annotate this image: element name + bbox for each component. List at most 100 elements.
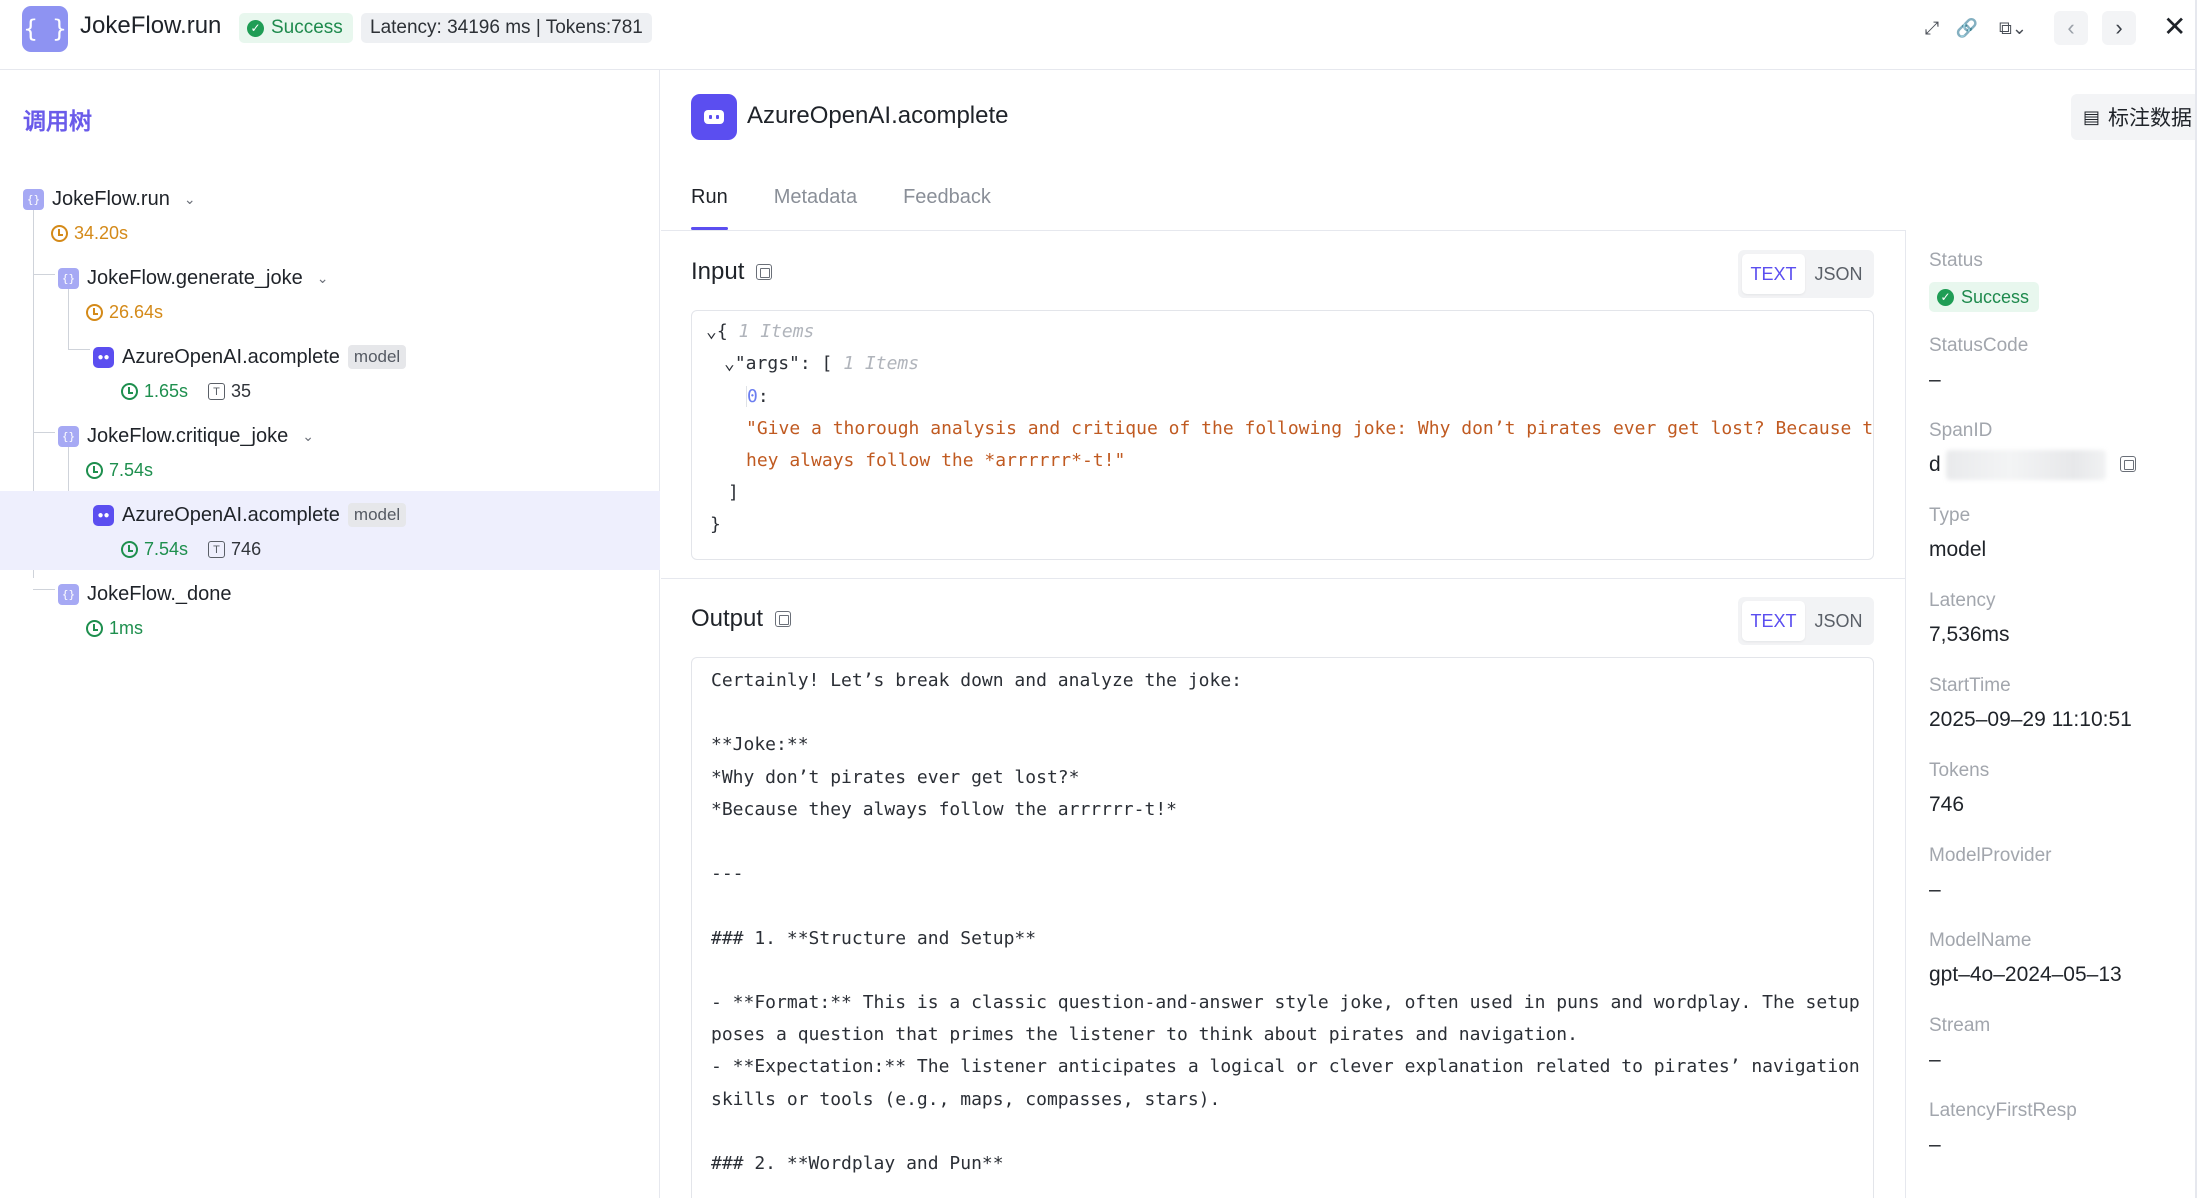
link-icon[interactable]: 🔗 [1953,14,1981,42]
copy-icon[interactable] [2120,456,2136,472]
attr-label-type: Type [1929,505,1971,526]
output-line: poses a question that primes the listene… [711,1024,1578,1046]
prev-icon[interactable]: ‹ [2054,11,2088,45]
output-line: ### 1. **Structure and Setup** [711,927,1037,949]
tree-node[interactable]: ●● AzureOpenAI.acomplete model 1.65s T 3… [0,333,660,412]
json-format-button[interactable]: JSON [1807,254,1870,294]
flow-logo-icon: { } [22,6,68,52]
function-icon: {} [58,425,79,447]
expand-icon[interactable]: ⤢ [1918,14,1946,42]
attr-label-latency: Latency [1929,590,1996,611]
function-icon: {} [58,583,79,605]
attr-label-statuscode: StatusCode [1929,335,2029,356]
node-duration: 7.54s [144,539,189,559]
output-line: Certainly! Let’s break down and analyze … [711,670,1243,691]
check-circle-icon: ✓ [247,19,264,37]
node-type-tag: model [347,503,407,527]
output-line: - **Format:** This is a classic question… [711,992,1860,1013]
attr-label-starttime: StartTime [1929,675,2011,696]
function-icon: {} [23,188,44,210]
span-title: AzureOpenAI.acomplete [747,102,1009,129]
tree-node-selected[interactable]: ●● AzureOpenAI.acomplete model 7.54s T 7… [0,491,660,570]
call-tree-title: 调用树 [23,108,92,134]
top-bar: { } JokeFlow.run ✓ Success Latency: 3419… [0,0,2197,70]
attr-value-modelprovider: – [1929,878,1941,901]
input-title: Input [691,258,745,285]
attr-value-spanid: d [1929,453,1941,476]
trace-title: JokeFlow.run [80,12,222,39]
attr-value-type: model [1929,538,1987,561]
node-duration: 34.20s [74,223,129,243]
output-text-viewer: Certainly! Let’s break down and analyze … [691,657,1874,1198]
copy-icon[interactable] [775,611,792,627]
json-string-value: "Give a thorough analysis and critique o… [746,418,1874,439]
attr-value-latency: 7,536ms [1929,623,2010,646]
redacted-value [1946,450,2106,480]
model-bot-icon: ●● [93,346,114,368]
output-line: - **Expectation:** The listener anticipa… [711,1056,1860,1078]
next-icon[interactable]: › [2102,11,2136,45]
json-index-line: 0: [746,386,769,407]
collapse-toggle-icon[interactable]: ⌄ [724,353,735,374]
attr-label-spanid: SpanID [1929,420,1993,441]
chevron-down-icon[interactable]: ⌄ [317,270,329,287]
chevron-down-icon[interactable]: ⌄ [184,191,196,208]
node-name: JokeFlow.critique_joke [87,424,289,447]
tree-node[interactable]: {} JokeFlow.run ⌄ 34.20s [0,175,660,254]
node-name: JokeFlow.generate_joke [87,266,303,289]
json-bracket: ] [728,482,739,503]
annotate-icon: ▤ [2083,106,2101,127]
attr-value-starttime: 2025–09–29 11:10:51 [1929,708,2132,731]
tab-metadata[interactable]: Metadata [774,180,857,230]
output-section-title: Output [691,605,792,633]
tree-node[interactable]: {} JokeFlow._done 1ms [0,570,660,649]
attr-label-modelprovider: ModelProvider [1929,845,2052,866]
chevron-down-icon[interactable]: ⌄ [302,428,314,445]
tree-node[interactable]: {} JokeFlow.generate_joke ⌄ 26.64s [0,254,660,333]
divider [661,230,1906,231]
tab-feedback[interactable]: Feedback [903,180,991,230]
tab-run[interactable]: Run [691,180,728,230]
node-type-tag: model [347,345,407,369]
copy-dropdown-icon[interactable]: ⧉⌄ [1996,14,2030,42]
status-text: Success [271,17,343,38]
node-duration: 26.64s [109,302,164,322]
input-json-viewer: ⌄{ 1 Items ⌄"args": [ 1 Items 0: "Give a… [691,310,1874,560]
attr-label-latencyfirstresp: LatencyFirstResp [1929,1100,2077,1121]
close-icon[interactable]: ✕ [2163,10,2186,43]
attr-value-tokens: 746 [1929,793,1965,816]
text-format-button[interactable]: TEXT [1742,254,1805,294]
output-format-toggle: TEXT JSON [1738,597,1874,645]
check-circle-icon: ✓ [1937,288,1954,306]
tokens-icon: T [208,383,226,400]
node-name: JokeFlow._done [87,582,232,605]
json-root-line: ⌄{ 1 Items [706,321,815,342]
output-line: *Because they always follow the arrrrrr-… [711,798,1177,820]
copy-icon[interactable] [756,264,773,280]
clock-icon [121,541,138,558]
latency-tokens-badge: Latency: 34196 ms | Tokens:781 [361,13,652,43]
node-duration: 7.54s [109,460,154,480]
model-bot-icon [691,94,737,140]
node-name: JokeFlow.run [52,187,170,210]
output-line: --- [711,863,744,885]
status-badge: ✓ Success [239,13,353,43]
node-duration: 1ms [109,618,144,638]
model-bot-icon: ●● [93,504,114,526]
node-name: AzureOpenAI.acomplete [122,503,340,526]
collapse-toggle-icon[interactable]: ⌄ [706,321,717,342]
json-key: "args" [734,353,800,374]
json-format-button[interactable]: JSON [1807,601,1870,641]
output-title: Output [691,605,764,632]
tree-node[interactable]: {} JokeFlow.critique_joke ⌄ 7.54s [0,412,660,491]
attr-label-status: Status [1929,250,1983,271]
function-icon: {} [58,267,79,289]
attr-value-modelname: gpt–4o–2024–05–13 [1929,963,2122,986]
output-line: ### 2. **Wordplay and Pun** [711,1153,1004,1174]
annotate-data-button[interactable]: ▤ 标注数据 [2071,94,2197,140]
text-format-button[interactable]: TEXT [1742,601,1805,641]
attr-value-latencyfirstresp: – [1929,1133,1941,1156]
output-line: *Why don’t pirates ever get lost?* [711,766,1080,788]
attr-value-stream: – [1929,1048,1941,1071]
items-hint: 1 Items [843,353,920,374]
